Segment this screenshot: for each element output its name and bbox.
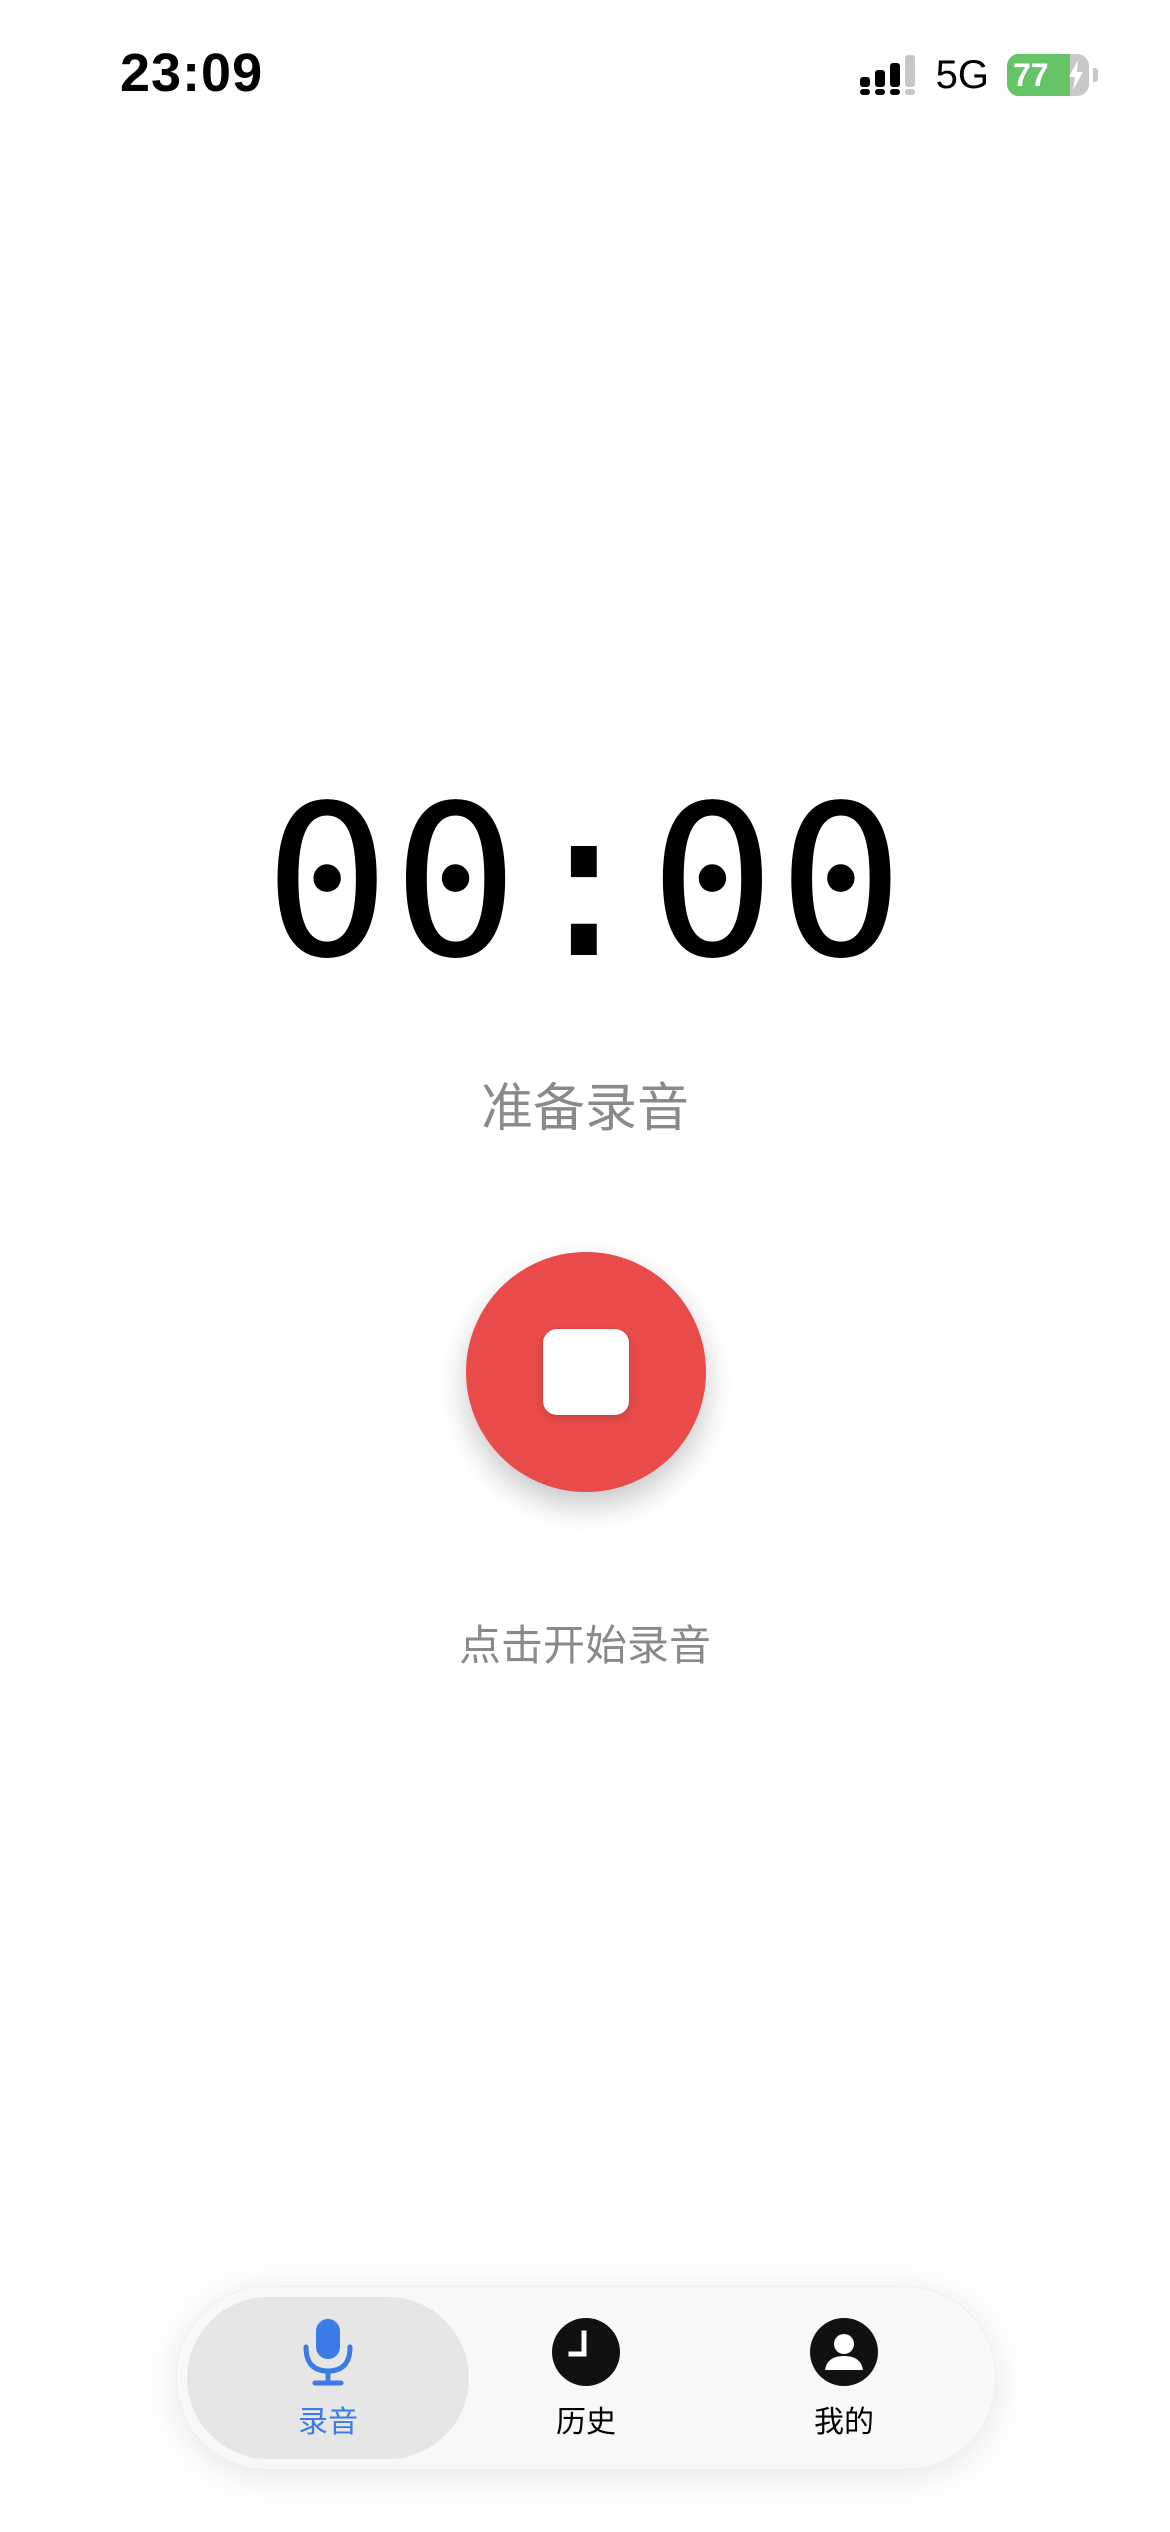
tab-label-history: 历史	[556, 2405, 616, 2440]
status-time: 23:09	[120, 43, 264, 103]
cellular-signal-icon	[859, 55, 915, 95]
person-icon	[810, 2318, 878, 2386]
tab-label-mine: 我的	[814, 2405, 874, 2440]
tab-mine[interactable]: 我的	[703, 2297, 985, 2459]
record-hint: 点击开始录音	[458, 1621, 711, 1670]
status-bar: 23:09 5G 77	[0, 0, 1170, 150]
tab-record[interactable]: 录音	[187, 2297, 469, 2459]
microphone-icon	[303, 2319, 353, 2386]
recording-status: 准备录音	[480, 1079, 689, 1139]
battery-percent: 77	[1013, 57, 1049, 93]
clock-icon	[552, 2318, 620, 2386]
stop-icon	[543, 1329, 629, 1415]
status-indicators: 5G 77	[859, 52, 1098, 98]
charging-bolt-icon	[1069, 60, 1083, 90]
network-type: 5G	[935, 53, 989, 97]
tab-label-record: 录音	[298, 2405, 358, 2440]
battery-cap	[1093, 68, 1098, 82]
recorder-screen: 23:09 5G 77 00:00 准备录音 点击开始录音 录音 历史 我的	[0, 0, 1170, 2532]
bottom-tab-bar: 录音 历史 我的	[176, 2286, 996, 2470]
recording-timer: 00:00	[263, 760, 907, 1005]
record-button[interactable]	[466, 1252, 706, 1492]
tab-history[interactable]: 历史	[445, 2297, 727, 2459]
battery-indicator: 77	[1007, 54, 1089, 96]
